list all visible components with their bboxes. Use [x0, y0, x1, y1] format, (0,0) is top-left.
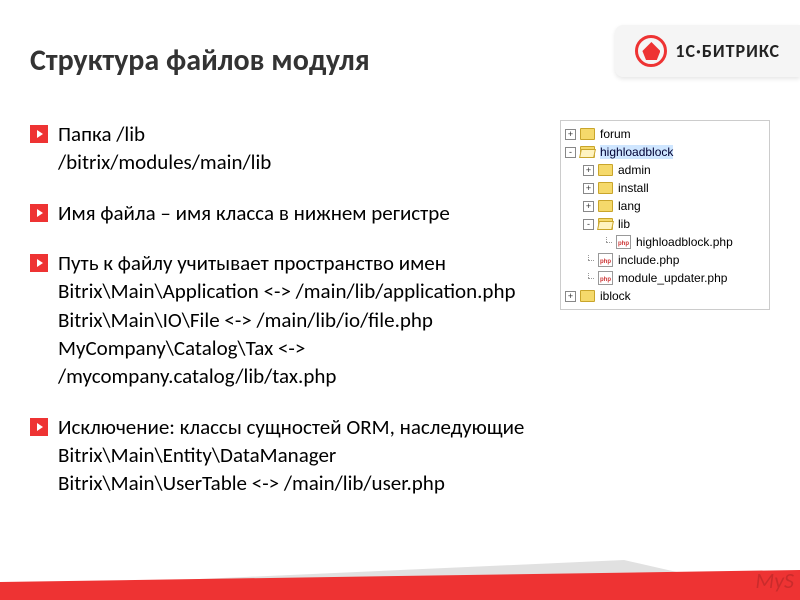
bullet-item: Исключение: классы сущностей ORM, наслед…	[30, 413, 550, 498]
collapse-icon[interactable]: -	[565, 147, 576, 158]
tree-node-label: forum	[600, 127, 631, 141]
tree-node[interactable]: php include.php	[565, 251, 765, 269]
bullet-text: Исключение: классы сущностей ORM, наслед…	[58, 413, 550, 498]
bitrix-logo-icon	[635, 35, 667, 67]
tree-node-label: iblock	[600, 289, 631, 303]
php-file-icon: php	[616, 235, 631, 249]
tree-node[interactable]: + forum	[565, 125, 765, 143]
expand-icon[interactable]: +	[583, 201, 594, 212]
brand-badge: 1С·БИТРИКС	[615, 25, 800, 77]
watermark: MyS	[755, 567, 794, 594]
bullet-item: Папка /lib /bitrix/modules/main/lib	[30, 120, 550, 177]
tree-connector-icon	[601, 237, 612, 248]
tree-node-label: lib	[618, 217, 630, 231]
collapse-icon[interactable]: -	[583, 219, 594, 230]
expand-icon[interactable]: +	[583, 183, 594, 194]
slide-content: Папка /lib /bitrix/modules/main/lib Имя ф…	[0, 100, 800, 520]
bullet-text: Путь к файлу учитывает пространство имен…	[58, 249, 550, 391]
expand-icon[interactable]: +	[565, 291, 576, 302]
tree-node[interactable]: - highloadblock	[565, 143, 765, 161]
slide-header: Структура файлов модуля 1С·БИТРИКС	[0, 0, 800, 100]
php-file-icon: php	[598, 271, 613, 285]
bullet-item: Путь к файлу учитывает пространство имен…	[30, 249, 550, 391]
tree-node-label: install	[618, 181, 649, 195]
folder-icon	[580, 128, 595, 140]
tree-node-label: include.php	[618, 253, 679, 267]
tree-node-label: module_updater.php	[618, 271, 727, 285]
tree-node[interactable]: + admin	[565, 161, 765, 179]
file-tree: + forum - highloadblock + admin + install + lang -…	[560, 120, 770, 310]
tree-node-label: admin	[618, 163, 651, 177]
tree-node[interactable]: php highloadblock.php	[565, 233, 765, 251]
slide-footer-decoration	[0, 550, 800, 600]
tree-node-label: lang	[618, 199, 641, 213]
folder-icon	[598, 164, 613, 176]
tree-node[interactable]: - lib	[565, 215, 765, 233]
tree-node-label: highloadblock	[600, 145, 673, 159]
brand-text: 1С·БИТРИКС	[675, 40, 780, 62]
folder-icon	[598, 200, 613, 212]
expand-icon[interactable]: +	[565, 129, 576, 140]
bullet-item: Имя файла – имя класса в нижнем регистре	[30, 199, 550, 227]
folder-icon	[580, 290, 595, 302]
expand-icon[interactable]: +	[583, 165, 594, 176]
tree-node-label: highloadblock.php	[636, 235, 733, 249]
arrow-bullet-icon	[30, 204, 48, 222]
tree-connector-icon	[583, 255, 594, 266]
php-file-icon: php	[598, 253, 613, 267]
folder-open-icon	[598, 218, 613, 230]
tree-node[interactable]: + iblock	[565, 287, 765, 305]
folder-open-icon	[580, 146, 595, 158]
slide-title: Структура файлов модуля	[30, 42, 370, 79]
bullet-text: Папка /lib /bitrix/modules/main/lib	[58, 120, 550, 177]
tree-node[interactable]: + lang	[565, 197, 765, 215]
tree-connector-icon	[583, 273, 594, 284]
bullet-text: Имя файла – имя класса в нижнем регистре	[58, 199, 550, 227]
tree-node[interactable]: php module_updater.php	[565, 269, 765, 287]
arrow-bullet-icon	[30, 254, 48, 272]
arrow-bullet-icon	[30, 125, 48, 143]
folder-icon	[598, 182, 613, 194]
tree-node[interactable]: + install	[565, 179, 765, 197]
bullet-list: Папка /lib /bitrix/modules/main/lib Имя ф…	[30, 120, 550, 520]
arrow-bullet-icon	[30, 418, 48, 436]
